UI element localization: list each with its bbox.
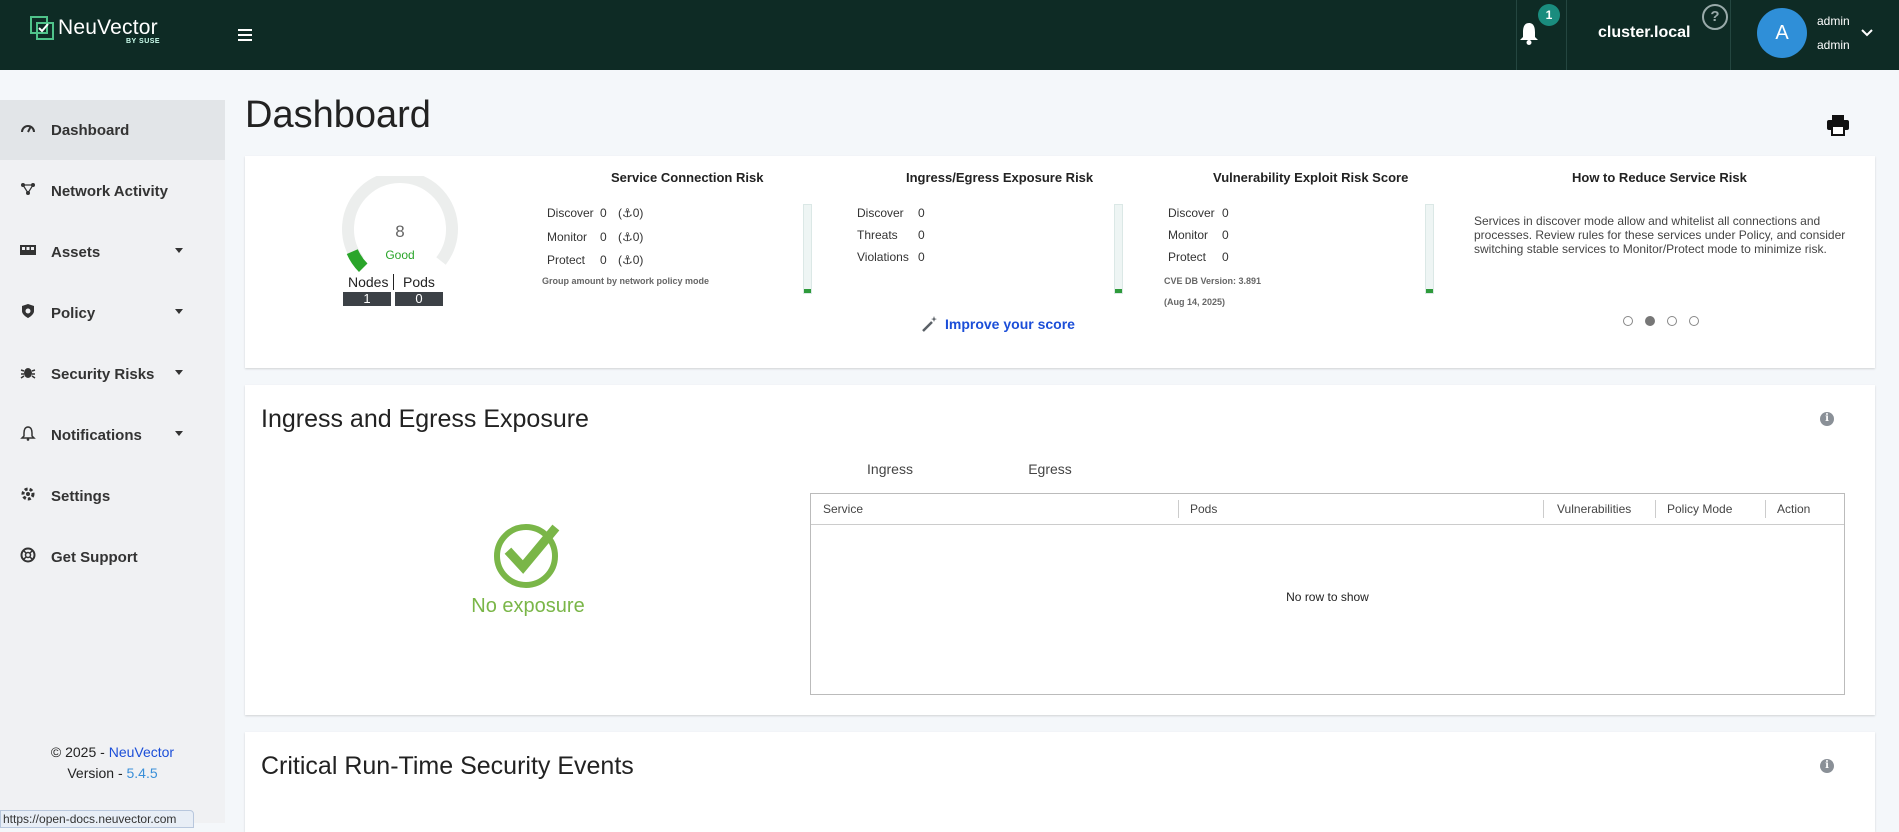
table-header: Service Pods Vulnerabilities Policy Mode… xyxy=(811,494,1844,525)
user-name[interactable]: admin xyxy=(1817,14,1850,28)
top-bar: NeuVector BY SUSE 1 cluster.local ? A ad… xyxy=(0,0,1899,70)
section-title: Critical Run-Time Security Events xyxy=(261,752,634,780)
no-exposure-label: No exposure xyxy=(471,595,585,617)
empty-table-message: No row to show xyxy=(1286,590,1369,604)
version-info: Version - 5.4.5 xyxy=(67,765,158,781)
carousel-dot-active[interactable] xyxy=(1645,316,1655,326)
tab-egress[interactable]: Egress xyxy=(970,457,1130,493)
risk-score-label: Good xyxy=(385,248,415,262)
caret-down-icon xyxy=(175,431,183,436)
risk-summary-card: 8 Good Nodes Pods 1 0 Service Connection… xyxy=(245,156,1875,368)
tab-ingress[interactable]: Ingress xyxy=(810,457,970,495)
sidebar-item-label: Security Risks xyxy=(51,366,155,383)
vulnerability-risk-title: Vulnerability Exploit Risk Score xyxy=(1213,170,1409,185)
cluster-selector[interactable]: cluster.local xyxy=(1598,24,1691,42)
brand-sub: BY SUSE xyxy=(126,38,161,45)
sidebar-item-get-support[interactable]: Get Support xyxy=(0,527,225,587)
section-title: Ingress and Egress Exposure xyxy=(261,405,589,433)
gear-icon xyxy=(21,487,35,501)
carousel-dot[interactable] xyxy=(1623,316,1633,326)
user-role[interactable]: admin xyxy=(1817,38,1850,52)
caret-down-icon xyxy=(175,309,183,314)
sidebar-item-label: Notifications xyxy=(51,427,142,444)
version-link[interactable]: 5.4.5 xyxy=(127,765,158,781)
sidebar-item-notifications[interactable]: Notifications xyxy=(0,405,225,465)
magic-wand-icon[interactable] xyxy=(921,315,939,333)
print-icon[interactable] xyxy=(1826,114,1850,136)
policy-mode-note: Group amount by network policy mode xyxy=(542,276,710,286)
ingress-egress-meter xyxy=(1114,204,1123,294)
brand-name: NeuVector xyxy=(58,16,158,39)
menu-toggle-icon[interactable] xyxy=(238,22,256,46)
reduce-risk-text: Services in discover mode allow and whit… xyxy=(1474,214,1846,256)
reduce-risk-title: How to Reduce Service Risk xyxy=(1572,170,1747,185)
sidebar-item-dashboard[interactable]: Dashboard xyxy=(0,100,225,160)
exposure-table: Service Pods Vulnerabilities Policy Mode… xyxy=(810,493,1845,695)
page-title: Dashboard xyxy=(245,94,431,136)
sidebar-item-security-risks[interactable]: Security Risks xyxy=(0,344,225,404)
chevron-down-icon[interactable] xyxy=(1860,26,1874,40)
check-circle-icon xyxy=(494,524,560,588)
sidebar-item-label: Network Activity xyxy=(51,183,168,200)
neuvector-logo-icon xyxy=(30,16,54,40)
bug-icon xyxy=(20,368,36,379)
status-bar-url: https://open-docs.neuvector.com xyxy=(0,810,194,828)
caret-down-icon xyxy=(175,370,183,375)
sidebar: Dashboard Network Activity Assets Policy… xyxy=(0,100,225,823)
service-connection-meter xyxy=(803,204,812,294)
lifebuoy-icon xyxy=(20,547,36,563)
bell-icon xyxy=(20,426,36,441)
sidebar-item-settings[interactable]: Settings xyxy=(0,466,225,526)
notification-count-badge[interactable]: 1 xyxy=(1538,4,1560,26)
ingress-egress-exposure-card: Ingress and Egress Exposure i No exposur… xyxy=(245,385,1875,715)
shield-icon xyxy=(22,304,34,318)
carousel-dot[interactable] xyxy=(1667,316,1677,326)
neuvector-link[interactable]: NeuVector xyxy=(109,744,174,760)
carousel-dots xyxy=(1623,314,1723,328)
pods-label: Pods xyxy=(403,274,435,290)
sidebar-item-label: Policy xyxy=(51,305,96,322)
assets-icon xyxy=(20,245,36,255)
sidebar-item-label: Assets xyxy=(51,244,101,261)
carousel-dot[interactable] xyxy=(1689,316,1699,326)
column-header-service[interactable]: Service xyxy=(823,502,863,516)
service-connection-risk-title: Service Connection Risk xyxy=(611,170,764,185)
neuvector-logo[interactable]: NeuVector BY SUSE xyxy=(30,14,170,48)
cve-db-version: CVE DB Version: 3.891 xyxy=(1164,276,1262,286)
column-header-vulnerabilities[interactable]: Vulnerabilities xyxy=(1557,502,1631,516)
sidebar-item-label: Get Support xyxy=(51,549,138,566)
network-icon xyxy=(21,183,35,195)
nodes-label: Nodes xyxy=(348,274,389,290)
ingress-egress-risk-title: Ingress/Egress Exposure Risk xyxy=(906,170,1094,185)
sidebar-item-label: Settings xyxy=(51,488,111,505)
column-header-pods[interactable]: Pods xyxy=(1190,502,1217,516)
critical-events-card: Critical Run-Time Security Events i xyxy=(245,732,1875,832)
column-header-action[interactable]: Action xyxy=(1777,502,1810,516)
risk-score-value: 8 xyxy=(395,222,405,241)
sidebar-item-network-activity[interactable]: Network Activity xyxy=(0,161,225,221)
avatar[interactable]: A xyxy=(1757,8,1807,58)
improve-score-link[interactable]: Improve your score xyxy=(945,316,1075,332)
sidebar-item-policy[interactable]: Policy xyxy=(0,283,225,343)
info-icon[interactable]: i xyxy=(1820,759,1834,773)
column-header-policy-mode[interactable]: Policy Mode xyxy=(1667,502,1732,516)
cve-db-date: (Aug 14, 2025) xyxy=(1164,297,1226,307)
vulnerability-meter xyxy=(1425,204,1434,294)
copyright: © 2025 - NeuVector xyxy=(50,744,175,760)
nodes-count: 1 xyxy=(343,292,391,306)
help-icon[interactable]: ? xyxy=(1702,4,1728,30)
sidebar-item-assets[interactable]: Assets xyxy=(0,222,225,282)
info-icon[interactable]: i xyxy=(1820,412,1834,426)
pods-count: 0 xyxy=(395,292,443,306)
caret-down-icon xyxy=(175,248,183,253)
gauge-icon xyxy=(21,125,35,133)
notification-bell-icon[interactable] xyxy=(1518,20,1540,46)
sidebar-item-label: Dashboard xyxy=(51,122,130,139)
